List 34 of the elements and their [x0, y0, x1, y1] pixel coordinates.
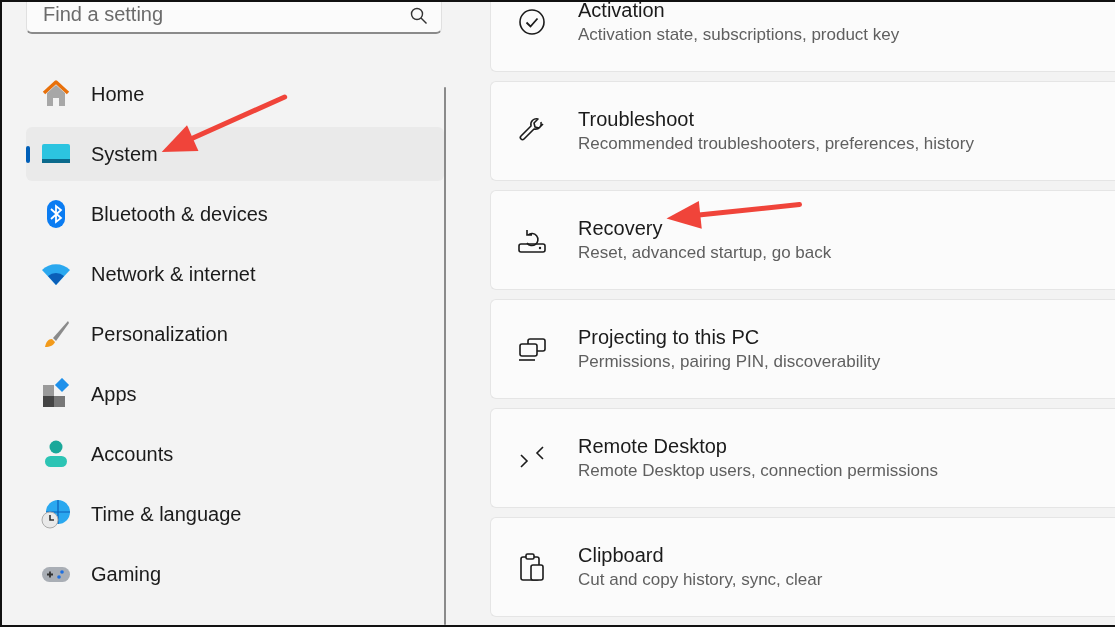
sidebar-item[interactable]: Personalization [26, 307, 444, 361]
card-title: Recovery [578, 217, 663, 240]
settings-card[interactable]: Clipboard Cut and copy history, sync, clear [490, 517, 1115, 617]
sidebar-item[interactable]: Accounts [26, 427, 444, 481]
sidebar-item[interactable]: System [26, 127, 444, 181]
card-description: Recommended troubleshooters, preferences, history [578, 134, 974, 154]
card-description: Cut and copy history, sync, clear [578, 570, 823, 590]
settings-card[interactable]: Recovery Reset, advanced startup, go back [490, 190, 1115, 290]
settings-card[interactable]: Activation Activation state, subscriptions, product key [490, 2, 1115, 72]
settings-card[interactable]: Projecting to this PC Permissions, pairing PIN, discoverability [490, 299, 1115, 399]
apps-icon [40, 378, 72, 410]
check-circle-icon [516, 6, 548, 38]
scrollbar[interactable] [444, 87, 446, 625]
card-description: Activation state, subscriptions, product key [578, 25, 900, 45]
sidebar-item[interactable]: Apps [26, 367, 444, 421]
selection-indicator [26, 146, 30, 163]
card-title: Activation [578, 2, 665, 22]
globe-clock-icon [40, 498, 72, 530]
card-title: Remote Desktop [578, 435, 727, 458]
sidebar-item[interactable]: Bluetooth & devices [26, 187, 444, 241]
sidebar-item[interactable]: Home [26, 67, 444, 121]
card-description: Permissions, pairing PIN, discoverability [578, 352, 881, 372]
card-description: Remote Desktop users, connection permissions [578, 461, 938, 481]
settings-card[interactable]: Remote Desktop Remote Desktop users, connection permissions [490, 408, 1115, 508]
card-title: Clipboard [578, 544, 664, 567]
search-field[interactable]: Find a setting [26, 2, 442, 34]
settings-card[interactable]: Troubleshoot Recommended troubleshooters, preferences, history [490, 81, 1115, 181]
sidebar-item[interactable]: Time & language [26, 487, 444, 541]
card-title: Troubleshoot [578, 108, 694, 131]
card-title: Projecting to this PC [578, 326, 760, 349]
sidebar-item[interactable]: Network & internet [26, 247, 444, 301]
search-icon [410, 7, 428, 25]
card-description: Reset, advanced startup, go back [578, 243, 832, 263]
sidebar-item[interactable]: Gaming [26, 547, 444, 601]
